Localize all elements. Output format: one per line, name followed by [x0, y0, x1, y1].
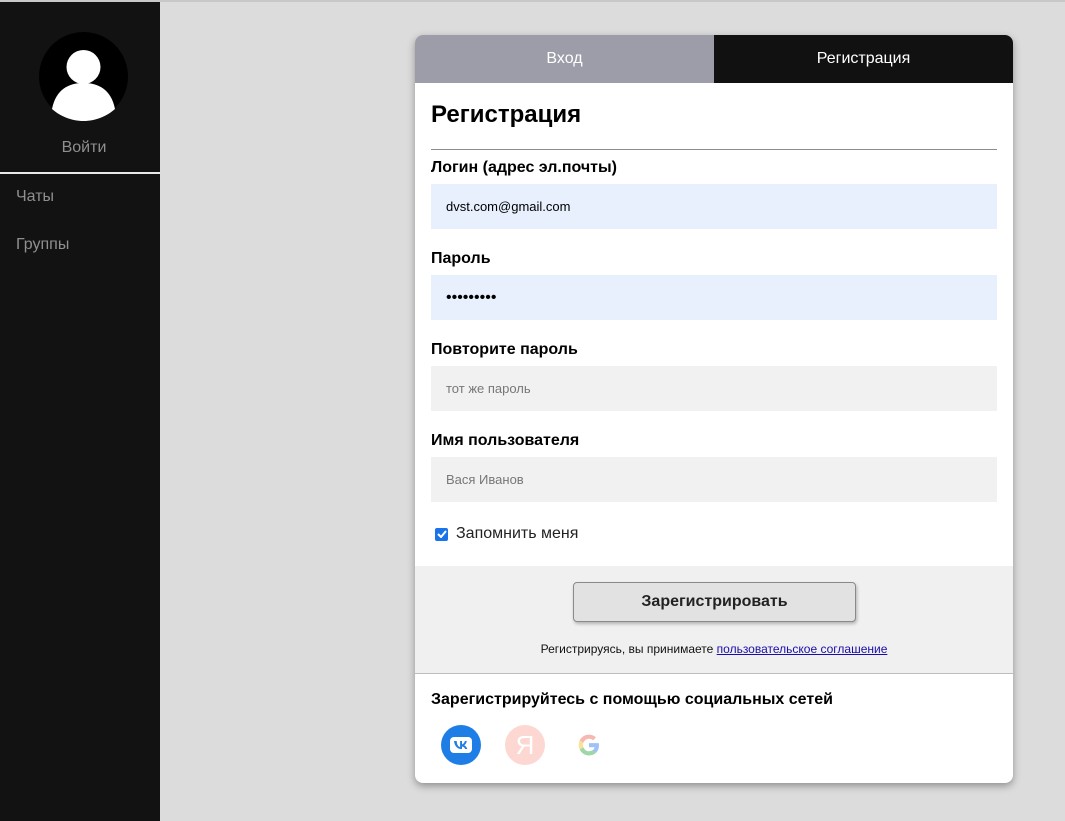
yandex-icon[interactable]: Я [505, 725, 545, 765]
agreement-text: Регистрируясь, вы принимаете [540, 642, 714, 656]
registration-card: Вход Регистрация Регистрация Логин (адре… [415, 35, 1013, 783]
submit-area: Зарегистрировать Регистрируясь, вы прини… [415, 566, 1013, 674]
title-divider [431, 149, 997, 150]
social-icons: Я [441, 725, 633, 765]
remember-checkbox[interactable] [435, 527, 448, 541]
avatar[interactable] [39, 32, 128, 121]
page-title: Регистрация [431, 101, 582, 128]
tab-login[interactable]: Вход [415, 35, 714, 83]
social-title: Зарегистрируйтесь с помощью социальных с… [431, 691, 833, 708]
registration-form: Регистрация Логин (адрес эл.почты) Парол… [415, 101, 1013, 545]
tab-registration[interactable]: Регистрация [714, 35, 1013, 83]
sidebar-item-chats[interactable]: Чаты [16, 188, 54, 206]
vk-icon[interactable] [441, 725, 481, 765]
repeat-password-label: Повторите пароль [431, 341, 578, 358]
agreement-note: Регистрируясь, вы принимаете пользовател… [415, 642, 1013, 656]
google-icon[interactable] [569, 725, 609, 765]
sidebar-item-groups[interactable]: Группы [16, 236, 69, 254]
sidebar: Войти Чаты Группы [0, 2, 160, 821]
register-button[interactable]: Зарегистрировать [573, 582, 856, 622]
checkmark-icon [436, 530, 447, 538]
auth-tabs: Вход Регистрация [415, 35, 1013, 83]
yandex-letter: Я [515, 729, 535, 760]
remember-me[interactable]: Запомнить меня [431, 523, 997, 545]
user-agreement-link[interactable]: пользовательское соглашение [717, 642, 888, 656]
password-label: Пароль [431, 250, 491, 267]
username-label: Имя пользователя [431, 432, 580, 449]
sidebar-divider [0, 172, 160, 174]
login-label: Логин (адрес эл.почты) [431, 159, 617, 176]
password-field[interactable] [431, 275, 997, 320]
login-link[interactable]: Войти [0, 139, 168, 157]
repeat-password-field[interactable] [431, 366, 997, 411]
username-field[interactable] [431, 457, 997, 502]
user-icon [39, 32, 128, 121]
remember-label: Запомнить меня [456, 525, 579, 542]
email-field[interactable] [431, 184, 997, 229]
